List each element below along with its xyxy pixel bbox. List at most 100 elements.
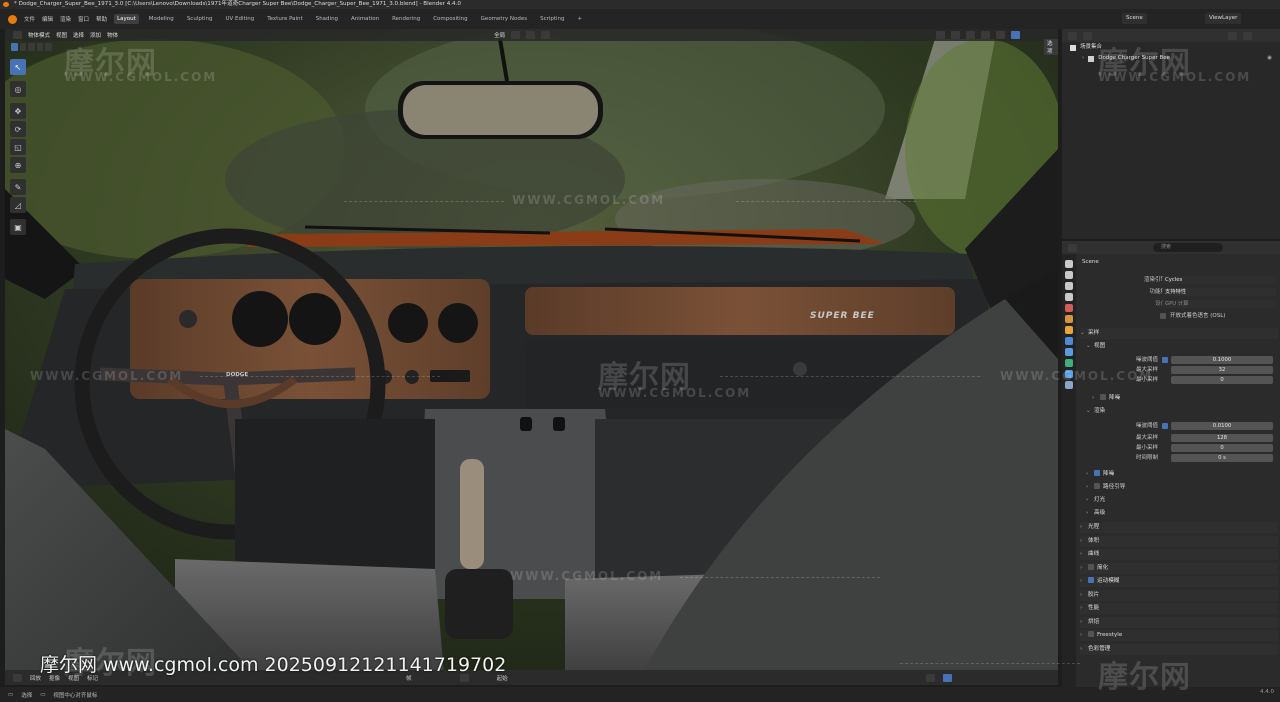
rotate-tool-icon[interactable]: ⟳ <box>10 121 26 137</box>
output-tab-icon[interactable] <box>1065 282 1073 290</box>
tab-geometry-nodes[interactable]: Geometry Nodes <box>478 14 530 24</box>
section-light-paths[interactable]: › 光程 <box>1080 522 1278 533</box>
section-advanced[interactable]: › 高级 <box>1086 508 1278 519</box>
section-freestyle[interactable]: › Freestyle <box>1080 630 1278 641</box>
options-button[interactable]: 选项 <box>1043 38 1059 55</box>
mode-selector[interactable]: 物体模式 <box>28 31 50 39</box>
menu-render[interactable]: 渲染 <box>60 15 71 23</box>
vp-min-samples-field[interactable]: 0 <box>1171 376 1273 384</box>
properties-search[interactable]: 搜索 <box>1153 243 1223 252</box>
pivot-icon[interactable] <box>511 31 521 39</box>
tab-compositing[interactable]: Compositing <box>430 14 470 24</box>
denoise-checkbox[interactable] <box>1094 470 1100 476</box>
timeline-filter-icon[interactable] <box>925 673 935 682</box>
physics-tab-icon[interactable] <box>1065 359 1073 367</box>
add-workspace-button[interactable]: + <box>575 14 586 24</box>
select-subtract-icon[interactable] <box>28 42 35 51</box>
properties-editor-icon[interactable] <box>1068 243 1077 252</box>
snap-icon[interactable] <box>526 31 536 39</box>
menu-edit[interactable]: 编辑 <box>42 15 53 23</box>
r-noise-threshold-checkbox[interactable] <box>1162 423 1168 429</box>
render-tab-icon[interactable] <box>1065 271 1073 279</box>
section-curves[interactable]: › 曲线 <box>1080 549 1278 560</box>
section-performance[interactable]: › 性能 <box>1080 603 1278 614</box>
auto-key-icon[interactable] <box>942 673 952 682</box>
blender-menu-icon[interactable] <box>8 14 17 24</box>
tab-modeling[interactable]: Modeling <box>146 14 177 24</box>
orientation-selector[interactable]: 全局 <box>494 31 505 39</box>
section-bake[interactable]: › 烘焙 <box>1080 617 1278 628</box>
select-tool-icon[interactable]: ↖ <box>10 59 26 75</box>
freestyle-checkbox[interactable] <box>1088 631 1094 637</box>
section-motion-blur[interactable]: › 运动模糊 <box>1080 576 1278 587</box>
osl-checkbox[interactable] <box>1160 313 1166 319</box>
scale-tool-icon[interactable]: ◱ <box>10 139 26 155</box>
tab-sculpting[interactable]: Sculpting <box>184 14 216 24</box>
select-intersect-icon[interactable] <box>45 42 52 51</box>
add-cube-tool-icon[interactable]: ▣ <box>10 219 26 235</box>
tab-layout[interactable]: Layout <box>114 14 139 24</box>
shading-wireframe-icon[interactable] <box>966 31 976 39</box>
feature-set-select[interactable]: 支持特性 <box>1162 288 1276 296</box>
measure-tool-icon[interactable]: ◿ <box>10 197 26 213</box>
section-vp-denoise[interactable]: › 降噪 <box>1092 393 1278 404</box>
cursor-tool-icon[interactable]: ◎ <box>10 81 26 97</box>
section-volumes[interactable]: › 体积 <box>1080 536 1278 547</box>
modifier-tab-icon[interactable] <box>1065 337 1073 345</box>
object-tab-icon[interactable] <box>1065 326 1073 334</box>
vp-noise-threshold-field[interactable]: 0.1000 <box>1171 356 1273 364</box>
r-min-samples-field[interactable]: 0 <box>1171 444 1273 452</box>
vp-max-samples-field[interactable]: 32 <box>1171 366 1273 374</box>
section-sampling[interactable]: ⌄ 采样 <box>1080 328 1278 339</box>
scene-tab-icon[interactable] <box>1065 304 1073 312</box>
world-tab-icon[interactable] <box>1065 315 1073 323</box>
motion-blur-checkbox[interactable] <box>1088 577 1094 583</box>
move-tool-icon[interactable]: ✥ <box>10 103 26 119</box>
proportional-edit-icon[interactable] <box>541 31 551 39</box>
view-layer-tab-icon[interactable] <box>1065 293 1073 301</box>
annotate-tool-icon[interactable]: ✎ <box>10 179 26 195</box>
scene-selector[interactable]: Scene <box>1122 13 1147 24</box>
new-collection-icon[interactable] <box>1243 31 1252 40</box>
select-extend-icon[interactable] <box>19 42 27 51</box>
tab-scripting[interactable]: Scripting <box>537 14 567 24</box>
section-viewport[interactable]: ⌄ 视图 <box>1086 341 1278 352</box>
r-max-samples-field[interactable]: 128 <box>1171 434 1273 442</box>
visibility-icon[interactable]: ◉ <box>1267 53 1272 64</box>
shading-solid-icon[interactable] <box>981 31 991 39</box>
section-lights[interactable]: › 灯光 <box>1086 495 1278 506</box>
path-guiding-checkbox[interactable] <box>1094 483 1100 489</box>
tab-rendering[interactable]: Rendering <box>389 14 423 24</box>
menu-help[interactable]: 帮助 <box>96 15 107 23</box>
shading-material-icon[interactable] <box>996 31 1006 39</box>
section-render[interactable]: ⌄ 渲染 <box>1086 406 1278 417</box>
xray-icon[interactable] <box>951 31 961 39</box>
r-time-limit-field[interactable]: 0 s <box>1171 454 1273 462</box>
select-new-icon[interactable] <box>11 42 18 51</box>
vp-noise-threshold-checkbox[interactable] <box>1162 357 1168 363</box>
device-select[interactable]: GPU 计算 <box>1162 300 1276 308</box>
vp-denoise-checkbox[interactable] <box>1100 394 1106 400</box>
tab-texture-paint[interactable]: Texture Paint <box>264 14 306 24</box>
filter-icon[interactable] <box>1228 31 1237 40</box>
view-layer-selector[interactable]: ViewLayer <box>1205 13 1242 24</box>
tab-animation[interactable]: Animation <box>348 14 382 24</box>
menu-file[interactable]: 文件 <box>24 15 35 23</box>
outliner-editor-icon[interactable] <box>1068 31 1077 40</box>
particles-tab-icon[interactable] <box>1065 348 1073 356</box>
select-invert-icon[interactable] <box>36 42 44 51</box>
3d-viewport[interactable]: SUPER BEE DODGE <box>5 29 1058 685</box>
section-simplify[interactable]: › 简化 <box>1080 563 1278 574</box>
render-engine-select[interactable]: Cycles <box>1162 276 1276 284</box>
section-path-guiding[interactable]: › 路径引导 <box>1086 482 1278 493</box>
shading-rendered-icon[interactable] <box>1011 31 1021 39</box>
editor-type-icon[interactable] <box>13 31 22 39</box>
timeline-editor-icon[interactable] <box>13 673 22 682</box>
section-denoise[interactable]: › 降噪 <box>1086 469 1278 480</box>
tab-shading[interactable]: Shading <box>313 14 341 24</box>
simplify-checkbox[interactable] <box>1088 564 1094 570</box>
tab-uv-editing[interactable]: UV Editing <box>223 14 258 24</box>
r-noise-threshold-field[interactable]: 0.0100 <box>1171 422 1273 430</box>
menu-window[interactable]: 窗口 <box>78 15 89 23</box>
section-film[interactable]: › 胶片 <box>1080 590 1278 601</box>
